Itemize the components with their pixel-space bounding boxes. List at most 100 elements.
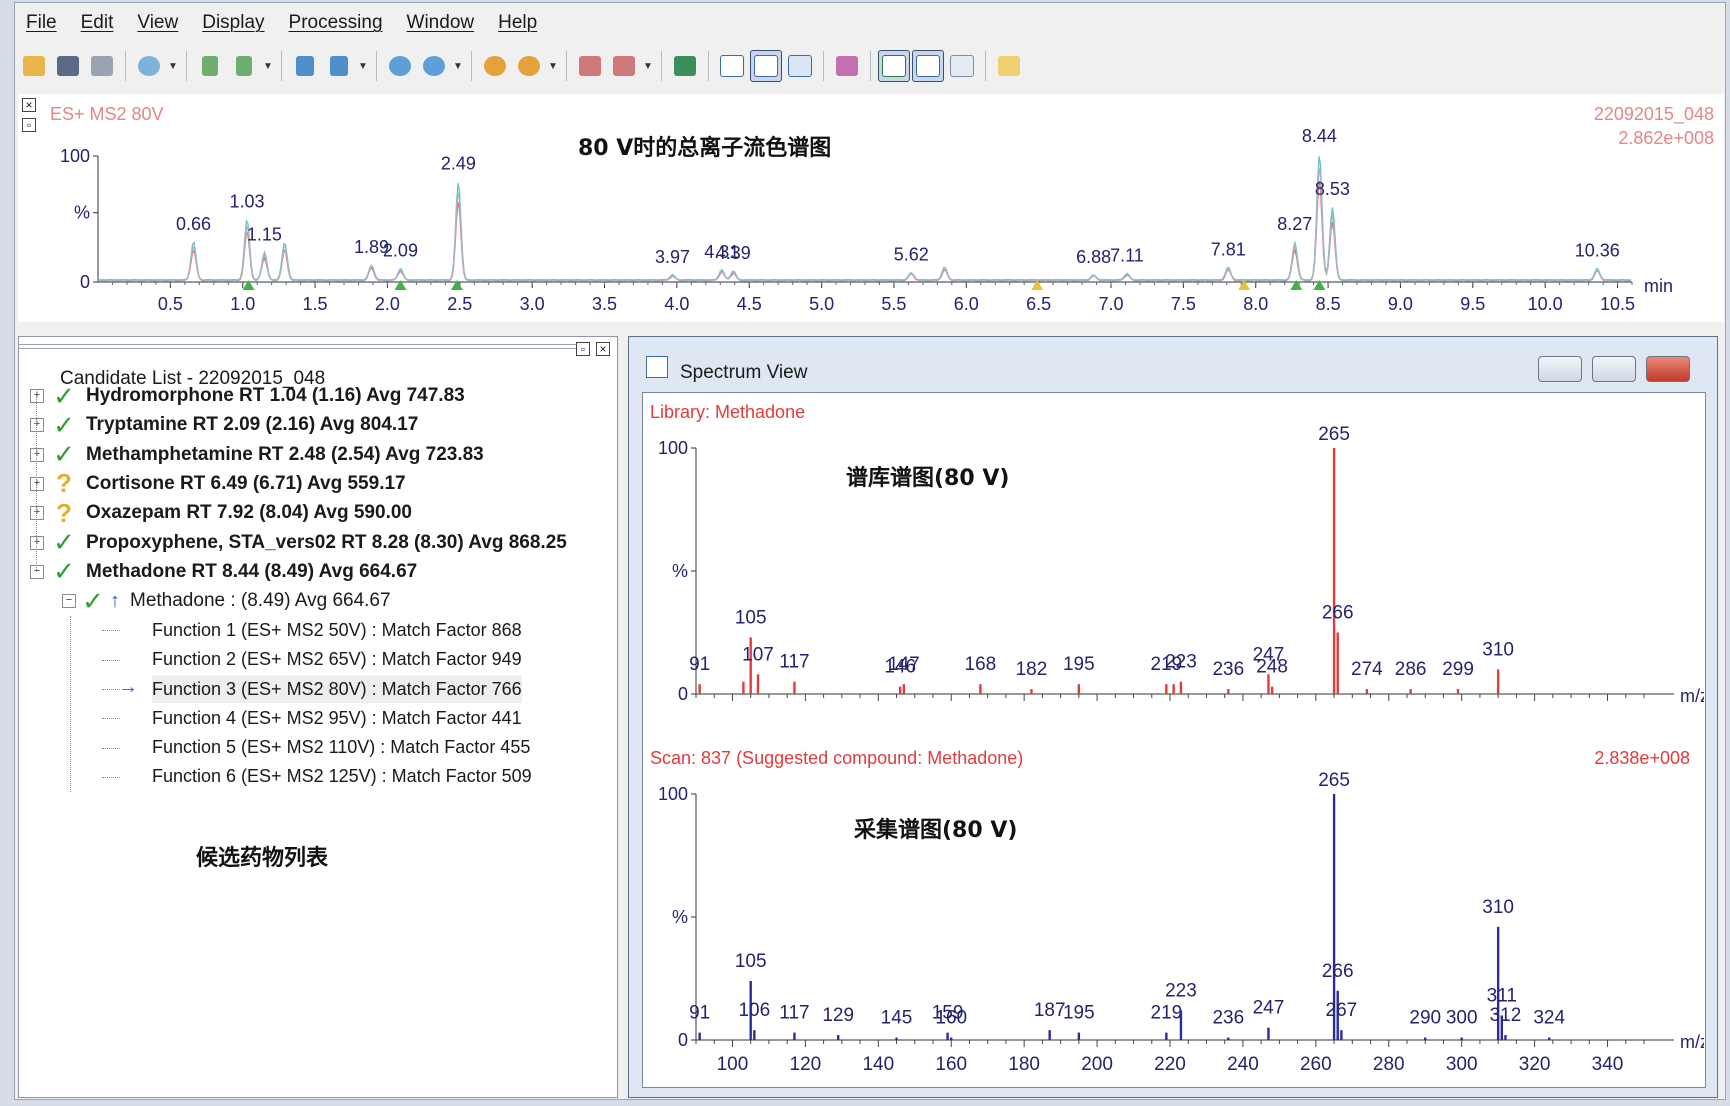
chromatogram-view-icon[interactable]: [716, 50, 748, 82]
toolbar-separator: [186, 51, 187, 81]
spectrum-toggle-icon[interactable]: [912, 50, 944, 82]
menu-processing[interactable]: Processing: [289, 12, 383, 34]
function-row[interactable]: Function 6 (ES+ MS2 125V) : Match Factor…: [152, 763, 532, 791]
scan-svg-peak-label: 311: [1487, 985, 1517, 1006]
close-icon[interactable]: ×: [596, 342, 610, 356]
tic-chart: ES+ MS2 80V 22092015_048 2.862e+008 100% 0 0.…: [50, 104, 1714, 314]
scan-svg-peak-label: 300: [1446, 1008, 1478, 1029]
checkmark-icon: ✓: [53, 556, 75, 587]
tic-peak-label: 3.97: [655, 247, 690, 267]
function-row[interactable]: Function 1 (ES+ MS2 50V) : Match Factor …: [152, 616, 522, 644]
panel-splitter[interactable]: [18, 344, 578, 349]
chevron-down-icon[interactable]: ▼: [357, 61, 369, 72]
expand-icon[interactable]: +: [30, 447, 44, 462]
chevron-down-icon[interactable]: ▼: [262, 61, 274, 72]
candidate-row[interactable]: +? Oxazepam RT 7.92 (8.04) Avg 590.00: [30, 497, 412, 528]
question-icon: ?: [56, 497, 72, 528]
library-forward-icon[interactable]: [608, 50, 640, 82]
zoom-fit-icon[interactable]: [669, 50, 701, 82]
tic-x-tick-label: 10.0: [1528, 294, 1563, 314]
scan-forward-icon[interactable]: [228, 50, 260, 82]
tic-x-tick-label: 3.5: [592, 294, 617, 314]
restore-icon[interactable]: ▫: [22, 118, 36, 132]
tree-connector: [102, 747, 120, 749]
expand-icon[interactable]: +: [30, 535, 44, 550]
function-row[interactable]: Function 4 (ES+ MS2 95V) : Match Factor …: [152, 704, 522, 732]
menu-help[interactable]: Help: [498, 12, 537, 34]
tic-x-tick-label: 4.5: [737, 294, 762, 314]
function-row[interactable]: Function 5 (ES+ MS2 110V) : Match Factor…: [152, 734, 530, 762]
library-icon[interactable]: [574, 50, 606, 82]
menu-window[interactable]: Window: [407, 12, 475, 34]
close-icon[interactable]: ×: [22, 98, 36, 112]
candidate-label: Oxazepam RT 7.92 (8.04) Avg 590.00: [86, 502, 412, 524]
expand-icon[interactable]: +: [30, 476, 44, 491]
open-folder-icon[interactable]: [18, 50, 50, 82]
function-row[interactable]: Function 2 (ES+ MS2 65V) : Match Factor …: [152, 646, 522, 674]
toolbar-separator: [471, 51, 472, 81]
function-forward-icon[interactable]: [323, 50, 355, 82]
peak-list-icon[interactable]: [418, 50, 450, 82]
scan-back-icon[interactable]: [194, 50, 226, 82]
map-icon[interactable]: [831, 50, 863, 82]
scan-svg-header-right: 2.838e+008: [1594, 748, 1690, 768]
tic-peak-label: 8.27: [1277, 214, 1312, 234]
menu-display[interactable]: Display: [202, 12, 264, 34]
lib-svg-peak-label: 236: [1212, 659, 1244, 680]
expand-icon[interactable]: +: [30, 506, 44, 521]
peak-detect-icon[interactable]: [384, 50, 416, 82]
table-view-icon[interactable]: [946, 50, 978, 82]
menu-file[interactable]: File: [26, 12, 57, 34]
collapse-icon[interactable]: −: [30, 564, 44, 579]
chrom-toggle-icon[interactable]: [878, 50, 910, 82]
candidate-row[interactable]: + ✓ Hydromorphone RT 1.04 (1.16) Avg 747.8…: [30, 381, 465, 411]
chromatogram-icon[interactable]: [133, 50, 165, 82]
lib-svg-header-left: Library: Methadone: [650, 402, 805, 422]
function-back-icon[interactable]: [289, 50, 321, 82]
expand-icon[interactable]: +: [30, 389, 44, 403]
candidate-row[interactable]: + ✓ Methamphetamine RT 2.48 (2.54) Avg 723…: [30, 439, 484, 469]
tic-trace-teal: [97, 156, 1632, 282]
tic-x-tick-label: 9.5: [1460, 294, 1485, 314]
collapse-icon[interactable]: −: [62, 594, 76, 609]
locate-icon[interactable]: [479, 50, 511, 82]
candidate-row[interactable]: + ✓ Tryptamine RT 2.09 (2.16) Avg 804.17: [30, 410, 418, 440]
candidate-label: Propoxyphene, STA_vers02 RT 8.28 (8.30) …: [86, 531, 567, 553]
maximize-button[interactable]: [1592, 356, 1636, 382]
scan-svg-peak-label: 129: [822, 1005, 854, 1026]
scan-svg-peak-label: 105: [735, 951, 767, 972]
candidate-subitem-label: Methadone : (8.49) Avg 664.67: [130, 590, 391, 612]
menu-edit[interactable]: Edit: [81, 12, 114, 34]
chevron-down-icon[interactable]: ▼: [452, 61, 464, 72]
lib-svg-peak-label: 182: [1016, 659, 1048, 680]
notes-icon[interactable]: [993, 50, 1025, 82]
tic-peak-label: 2.49: [441, 154, 476, 174]
print-icon[interactable]: [86, 50, 118, 82]
function-row[interactable]: Function 3 (ES+ MS2 80V) : Match Factor …: [152, 675, 522, 703]
restore-icon[interactable]: ▫: [576, 342, 590, 356]
scan-svg-peak-label: 312: [1490, 1005, 1522, 1026]
lib-svg-y-tick-label: 0: [678, 684, 688, 704]
minimize-button[interactable]: [1538, 356, 1582, 382]
library-spectrum-chart: Library: Methadone100%0m/z91105107117146…: [650, 402, 1704, 706]
report-view-icon[interactable]: [784, 50, 816, 82]
menu-view[interactable]: View: [137, 12, 178, 34]
close-button[interactable]: [1646, 356, 1690, 382]
tic-header-left: ES+ MS2 80V: [50, 104, 164, 124]
toolbar-separator: [376, 51, 377, 81]
candidate-subitem[interactable]: − ✓ ↑ Methadone : (8.49) Avg 664.67: [62, 586, 391, 616]
tic-peak-label: 7.81: [1211, 239, 1246, 259]
candidate-row[interactable]: +? Cortisone RT 6.49 (6.71) Avg 559.17: [30, 468, 406, 498]
tic-peak-label: 4.39: [716, 243, 751, 263]
scan-svg-peak-label: 267: [1326, 1000, 1358, 1021]
chevron-down-icon[interactable]: ▼: [167, 61, 179, 72]
locate-forward-icon[interactable]: [513, 50, 545, 82]
candidate-row[interactable]: − ✓ Methadone RT 8.44 (8.49) Avg 664.67: [30, 556, 417, 587]
expand-icon[interactable]: +: [30, 418, 44, 433]
tic-peak-label: 5.62: [894, 244, 929, 264]
save-icon[interactable]: [52, 50, 84, 82]
candidate-row[interactable]: + ✓ Propoxyphene, STA_vers02 RT 8.28 (8.30…: [30, 527, 567, 557]
chevron-down-icon[interactable]: ▼: [547, 61, 559, 72]
chevron-down-icon[interactable]: ▼: [642, 61, 654, 72]
spectrum-view-icon[interactable]: [750, 50, 782, 82]
